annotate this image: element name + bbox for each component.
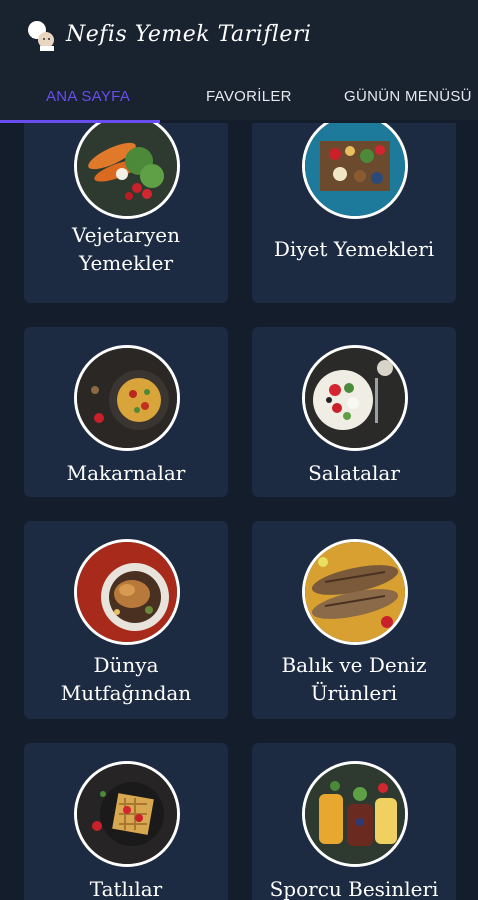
category-grid: Vejetaryen Yemekler Diyet Yemekleri Maka… <box>0 123 478 900</box>
app-bar: Nefis Yemek Tarifleri ANA SAYFA FAVORİLE… <box>0 0 478 120</box>
pasta-photo <box>74 345 180 451</box>
waffle-dessert-photo <box>74 761 180 867</box>
category-label: Yemekler <box>78 251 173 275</box>
category-card-salads[interactable]: Salatalar <box>252 327 456 497</box>
category-label: Sporcu Besinleri <box>269 877 439 900</box>
category-label: Tatlılar <box>89 877 163 900</box>
category-label: Dünya <box>93 653 159 677</box>
category-card-seafood[interactable]: Balık ve Deniz Ürünleri <box>252 521 456 719</box>
category-card-vegetarian[interactable]: Vejetaryen Yemekler <box>24 123 228 303</box>
tab-home[interactable]: ANA SAYFA <box>46 88 130 105</box>
category-card-world-cuisine[interactable]: Dünya Mutfağından <box>24 521 228 719</box>
salad-photo <box>302 345 408 451</box>
category-card-desserts[interactable]: Tatlılar <box>24 743 228 900</box>
vegetables-photo <box>74 123 180 219</box>
diet-platter-photo <box>302 123 408 219</box>
category-card-pasta[interactable]: Makarnalar <box>24 327 228 497</box>
tab-daily-menu[interactable]: GÜNÜN MENÜSÜ <box>344 88 472 105</box>
grilled-fish-photo <box>302 539 408 645</box>
fruit-jars-photo <box>302 761 408 867</box>
tab-bar: ANA SAYFA FAVORİLER GÜNÜN MENÜSÜ <box>0 78 478 122</box>
category-label: Balık ve Deniz <box>281 653 427 677</box>
category-card-diet[interactable]: Diyet Yemekleri <box>252 123 456 303</box>
category-label: Salatalar <box>308 461 400 485</box>
category-label: Vejetaryen <box>71 223 181 247</box>
category-label: Makarnalar <box>66 461 186 485</box>
category-label: Diyet Yemekleri <box>273 237 435 261</box>
category-card-sports-nutrition[interactable]: Sporcu Besinleri <box>252 743 456 900</box>
category-label: Mutfağından <box>60 681 192 705</box>
roast-chicken-photo <box>74 539 180 645</box>
app-title: Nefis Yemek Tarifleri <box>66 22 312 47</box>
tab-favorites[interactable]: FAVORİLER <box>206 88 292 105</box>
category-label: Ürünleri <box>310 681 398 705</box>
chef-icon <box>28 21 54 51</box>
